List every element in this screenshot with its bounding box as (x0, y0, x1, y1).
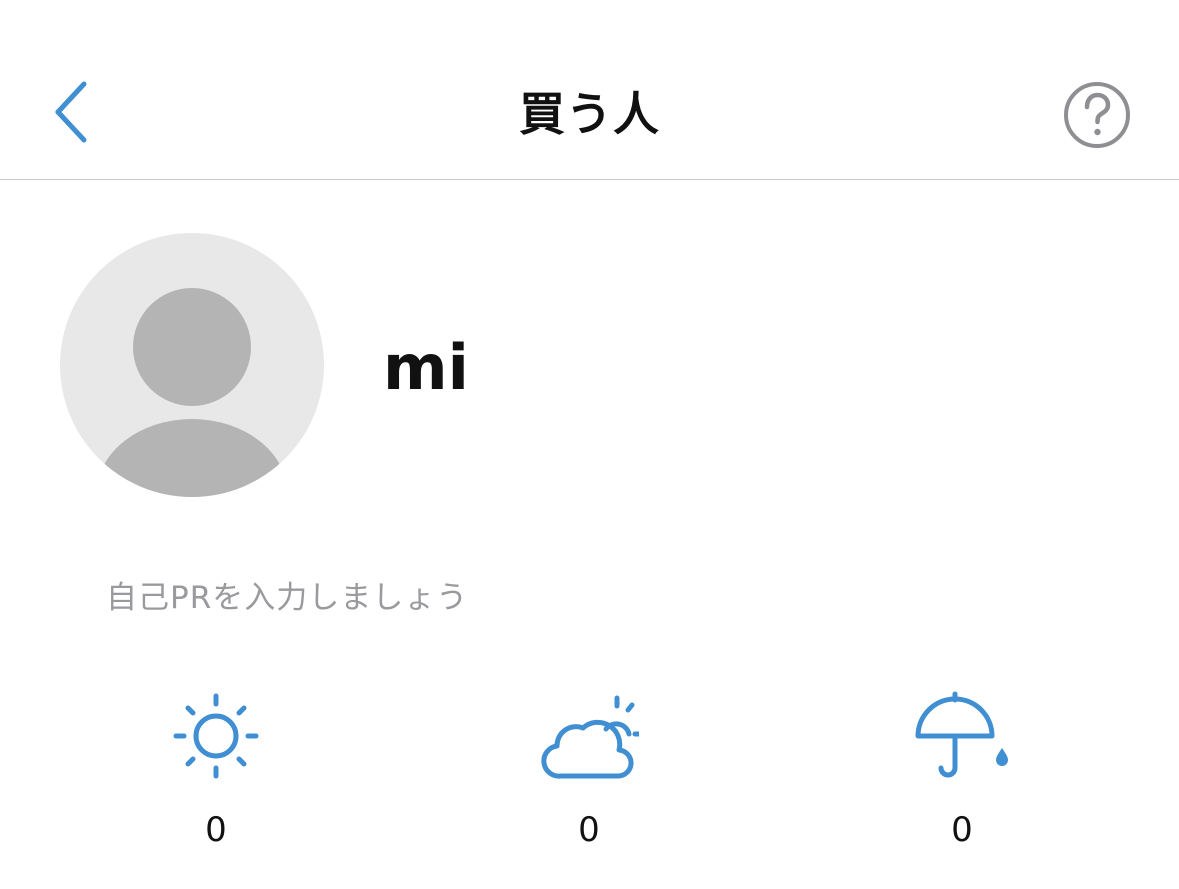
sun-icon (173, 693, 259, 779)
avatar[interactable] (60, 233, 324, 497)
self-pr-input[interactable]: 自己PRを入力しましょう (106, 576, 468, 620)
question-circle-icon (1064, 82, 1130, 148)
rating-normal[interactable]: 0 (509, 688, 669, 858)
rating-good[interactable]: 0 (136, 688, 296, 858)
rating-bad[interactable]: 0 (882, 688, 1042, 858)
cloud-sun-icon (541, 695, 639, 779)
page-title: 買う人 (519, 87, 660, 141)
buyer-profile-screen: 買う人 mi 自己PRを入力しましょう 0 0 0 (0, 0, 1179, 889)
good-count: 0 (205, 810, 227, 850)
default-user-icon (60, 233, 324, 497)
bad-count: 0 (951, 810, 973, 850)
help-button[interactable] (1062, 80, 1132, 150)
umbrella-icon (915, 691, 1008, 778)
navigation-bar: 買う人 (0, 0, 1179, 180)
user-name: mi (383, 331, 469, 404)
normal-count: 0 (578, 810, 600, 850)
